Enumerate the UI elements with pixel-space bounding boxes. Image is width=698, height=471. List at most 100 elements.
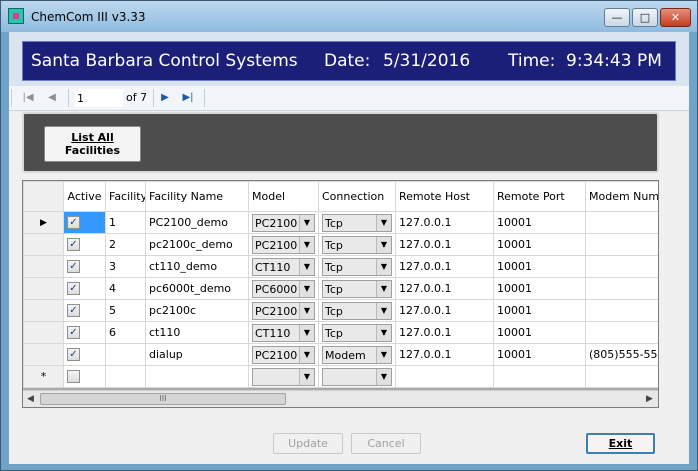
new-row-icon[interactable]: * [23,365,64,388]
remote-host-cell[interactable]: 127.0.0.1 [395,299,494,322]
move-last-icon[interactable]: ▶| [180,90,196,106]
title-bar[interactable]: ChemCom III v3.33 — □ ✕ [1,1,697,32]
facility-name-cell[interactable]: ct110_demo [145,255,249,278]
minimize-button[interactable]: — [604,8,630,27]
remote-host-cell[interactable]: 127.0.0.1 [395,255,494,278]
facility-name-cell[interactable]: dialup [145,343,249,366]
facility-cell[interactable] [105,365,146,388]
column-header-modem-number[interactable]: Modem Number [585,181,658,212]
facility-cell[interactable]: 3 [105,255,146,278]
move-previous-icon[interactable]: ◀ [44,90,60,106]
facility-name-cell[interactable] [145,365,249,388]
exit-button[interactable]: Exit [586,433,655,454]
active-checkbox[interactable]: ✓ [63,277,106,300]
active-checkbox[interactable]: ✓ [63,321,106,344]
modem-number-cell[interactable] [585,255,658,278]
column-header-active[interactable]: Active [63,181,106,212]
facility-cell[interactable]: 4 [105,277,146,300]
column-header-remote-host[interactable]: Remote Host [395,181,494,212]
scroll-left-icon[interactable]: ◀ [23,391,38,407]
facility-cell[interactable]: 1 [105,211,146,234]
remote-host-cell[interactable]: 127.0.0.1 [395,211,494,234]
column-header-remote-port[interactable]: Remote Port [493,181,586,212]
table-row[interactable]: ✓ dialup PC2100 ▼ Modem ▼ 127.0.0.1 10001 … [23,343,658,366]
active-checkbox[interactable]: ✓ [63,211,106,234]
scroll-thumb[interactable]: III [40,393,286,405]
connection-dropdown[interactable]: Tcp ▼ [318,211,396,234]
new-row[interactable]: * ▼ ▼ [23,365,658,388]
column-header-facility-name[interactable]: Facility Name [145,181,249,212]
connection-dropdown[interactable]: Modem ▼ [318,343,396,366]
row-header[interactable] [23,299,64,322]
remote-port-cell[interactable]: 10001 [493,255,586,278]
remote-port-cell[interactable]: 10001 [493,233,586,256]
remote-port-cell[interactable]: 10001 [493,277,586,300]
model-dropdown[interactable]: PC2100 ▼ [248,343,319,366]
remote-port-cell[interactable]: 10001 [493,299,586,322]
facility-cell[interactable]: 2 [105,233,146,256]
remote-port-cell[interactable]: 10001 [493,321,586,344]
active-checkbox[interactable]: ✓ [63,233,106,256]
table-row[interactable]: ✓ 5 pc2100c PC2100 ▼ Tcp ▼ 127.0.0.1 10001 [23,299,658,322]
connection-dropdown[interactable]: ▼ [318,365,396,388]
table-row[interactable]: ✓ 3 ct110_demo CT110 ▼ Tcp ▼ 127.0.0.1 100… [23,255,658,278]
move-next-icon[interactable]: ▶ [157,90,173,106]
model-dropdown[interactable]: PC2100 ▼ [248,299,319,322]
modem-number-cell[interactable] [585,233,658,256]
connection-dropdown[interactable]: Tcp ▼ [318,299,396,322]
active-checkbox[interactable]: ✓ [63,343,106,366]
scroll-right-icon[interactable]: ▶ [642,391,657,407]
remote-port-cell[interactable] [493,365,586,388]
current-row-icon[interactable]: ▶ [23,211,64,234]
model-dropdown[interactable]: PC2100 ▼ [248,233,319,256]
modem-number-cell[interactable] [585,299,658,322]
facility-name-cell[interactable]: pc2100c [145,299,249,322]
table-row[interactable]: ▶ ✓ 1 PC2100_demo PC2100 ▼ Tcp ▼ 127.0.0.1… [23,211,658,234]
row-header[interactable] [23,277,64,300]
remote-host-cell[interactable] [395,365,494,388]
active-checkbox[interactable]: ✓ [63,299,106,322]
modem-number-cell[interactable] [585,277,658,300]
cancel-button[interactable]: Cancel [351,433,421,454]
connection-dropdown[interactable]: Tcp ▼ [318,233,396,256]
modem-number-cell[interactable]: (805)555-5555 [585,343,658,366]
model-dropdown[interactable]: CT110 ▼ [248,321,319,344]
remote-port-cell[interactable]: 10001 [493,211,586,234]
modem-number-cell[interactable] [585,211,658,234]
modem-number-cell[interactable] [585,365,658,388]
facility-name-cell[interactable]: ct110 [145,321,249,344]
table-row[interactable]: ✓ 4 pc6000t_demo PC6000 ▼ Tcp ▼ 127.0.0.1 … [23,277,658,300]
column-header-model[interactable]: Model [248,181,319,212]
row-header[interactable] [23,343,64,366]
move-first-icon[interactable]: |◀ [20,90,36,106]
list-all-facilities-button[interactable]: List All Facilities [44,126,141,162]
column-header-facility[interactable]: Facility [105,181,146,212]
row-header[interactable] [23,321,64,344]
position-input[interactable] [75,89,123,107]
update-button[interactable]: Update [273,433,343,454]
close-button[interactable]: ✕ [660,8,691,27]
horizontal-scrollbar[interactable]: ◀ III ▶ [23,390,658,407]
model-dropdown[interactable]: PC2100 ▼ [248,211,319,234]
active-checkbox[interactable]: ✓ [63,255,106,278]
remote-host-cell[interactable]: 127.0.0.1 [395,277,494,300]
remote-host-cell[interactable]: 127.0.0.1 [395,343,494,366]
facility-name-cell[interactable]: PC2100_demo [145,211,249,234]
row-header[interactable] [23,255,64,278]
facility-cell[interactable]: 5 [105,299,146,322]
model-dropdown[interactable]: ▼ [248,365,319,388]
connection-dropdown[interactable]: Tcp ▼ [318,321,396,344]
model-dropdown[interactable]: PC6000 ▼ [248,277,319,300]
connection-dropdown[interactable]: Tcp ▼ [318,255,396,278]
active-checkbox[interactable] [63,365,106,388]
row-header[interactable] [23,233,64,256]
connection-dropdown[interactable]: Tcp ▼ [318,277,396,300]
model-dropdown[interactable]: CT110 ▼ [248,255,319,278]
remote-host-cell[interactable]: 127.0.0.1 [395,321,494,344]
facility-cell[interactable]: 6 [105,321,146,344]
facility-cell[interactable] [105,343,146,366]
remote-host-cell[interactable]: 127.0.0.1 [395,233,494,256]
table-row[interactable]: ✓ 6 ct110 CT110 ▼ Tcp ▼ 127.0.0.1 10001 [23,321,658,344]
facility-name-cell[interactable]: pc6000t_demo [145,277,249,300]
remote-port-cell[interactable]: 10001 [493,343,586,366]
